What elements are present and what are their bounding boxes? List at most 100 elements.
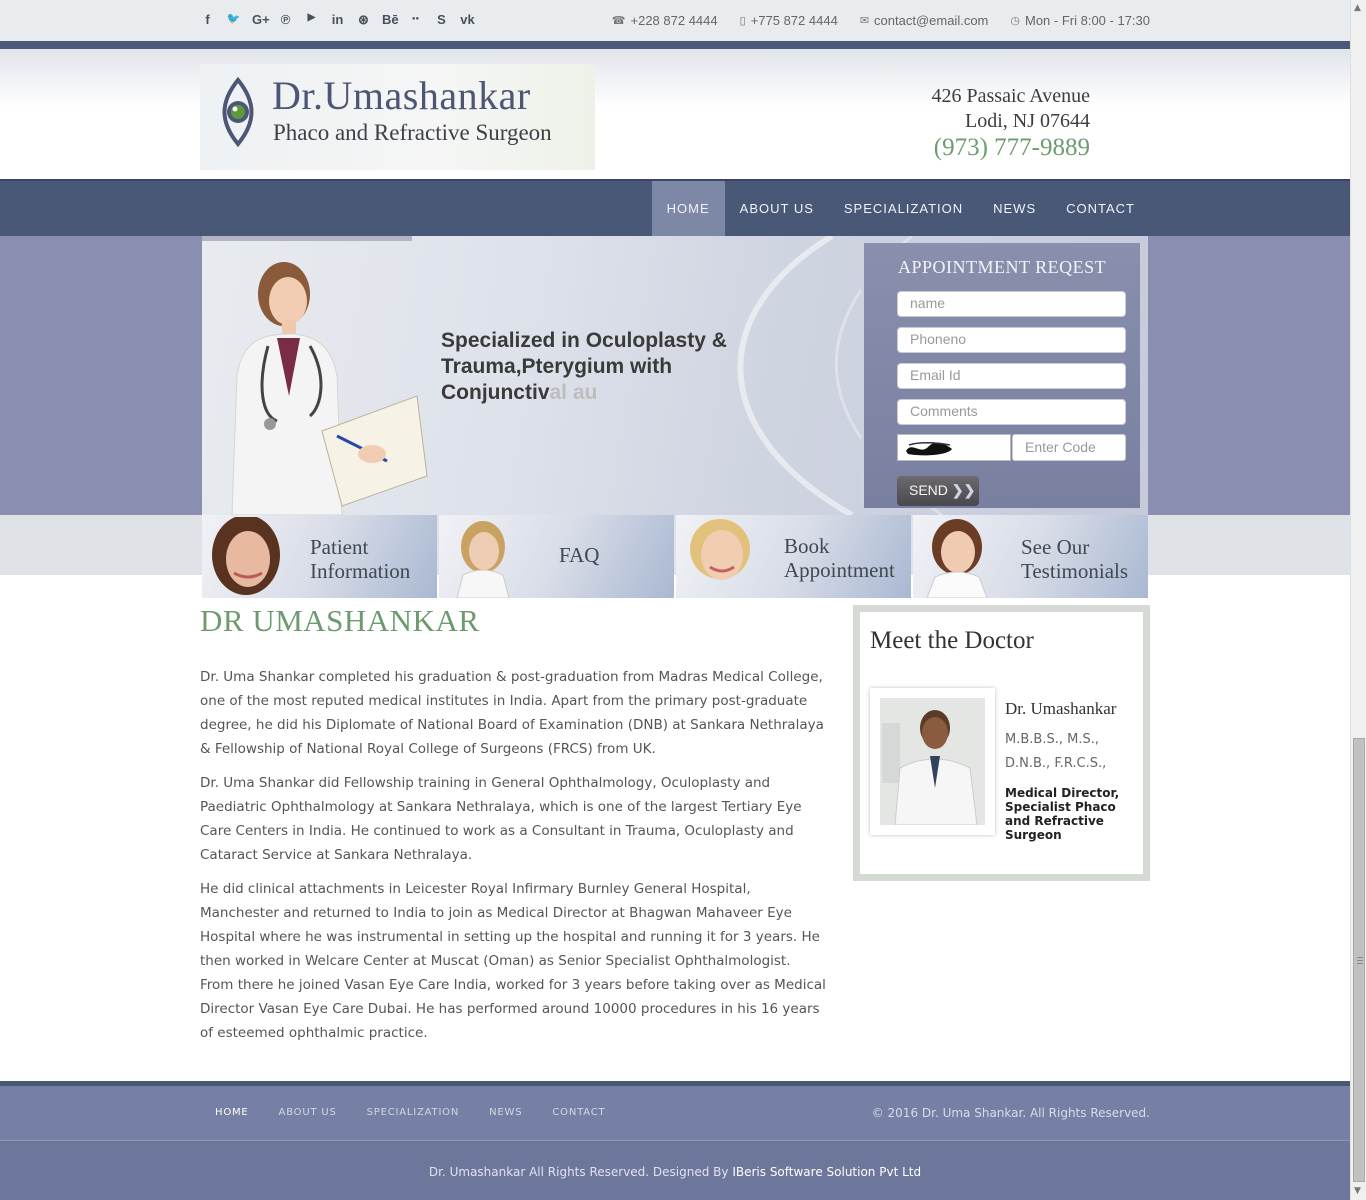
captcha-graphic [906, 442, 952, 456]
hours-text: Mon - Fri 8:00 - 17:30 [1025, 13, 1150, 28]
scroll-up-arrow-icon[interactable]: ▲ [1354, 3, 1361, 13]
send-button[interactable]: SEND ❯❯ [897, 476, 979, 506]
hero-text-fade: al au [549, 381, 598, 404]
nurse-portrait-image [456, 521, 510, 598]
name-field[interactable]: name [897, 291, 1126, 317]
footer-nav-contact[interactable]: CONTACT [537, 1107, 620, 1118]
mobile-icon: ▯ [739, 15, 746, 27]
copyright-text: © 2016 Dr. Uma Shankar. All Rights Reser… [871, 1106, 1150, 1120]
scrollbar-thumb[interactable] [1353, 738, 1365, 1182]
flickr-icon[interactable]: ●● [408, 12, 423, 28]
doctor-credentials: M.B.B.S., M.S., D.N.B., F.R.C.S., [1005, 732, 1107, 771]
doctor-photo-frame [870, 688, 995, 835]
envelope-icon: ✉ [859, 15, 870, 27]
main-nav: HOME ABOUT US SPECIALIZATION NEWS CONTAC… [0, 179, 1350, 236]
tile-label-line1: FAQ [559, 543, 600, 567]
dribbble-icon[interactable]: ⊛ [356, 12, 371, 28]
google-plus-icon[interactable]: G+ [252, 12, 270, 28]
top-divider [0, 41, 1350, 49]
tile-book-appointment[interactable]: Book Appointment [676, 515, 911, 598]
appointment-form: APPOINTMENT REQEST name Phoneno Email Id… [861, 243, 1140, 508]
phone1-item: ☎ +228 872 4444 [612, 13, 718, 28]
send-label: SEND [909, 482, 948, 498]
youtube-icon[interactable]: ▶ [304, 12, 319, 28]
tile-testimonials[interactable]: See Our Testimonials [913, 515, 1148, 598]
smiling-woman-image [690, 519, 750, 580]
logo-subtitle: Phaco and Refractive Surgeon [273, 120, 552, 145]
feature-tiles: Patient Information FAQ Book Appointment S… [202, 515, 1148, 598]
doctor-role: Medical Director, Specialist Phaco and R… [1005, 786, 1120, 842]
header-address: 426 Passaic Avenue Lodi, NJ 07644 (973) … [932, 84, 1091, 162]
tile-label-line1: Book [784, 534, 830, 558]
meet-the-doctor-widget: Meet the Doctor Dr. Umashankar M.B.B.S.,… [853, 605, 1150, 881]
bio-paragraph: He did clinical attachments in Leicester… [200, 881, 826, 1041]
doctor-name: Dr. Umashankar [1005, 699, 1117, 718]
tile-label: Book Appointment [784, 534, 895, 582]
vertical-scrollbar[interactable]: ▲ ▼ [1350, 0, 1366, 1200]
phone2-text: +775 872 4444 [750, 13, 838, 28]
twitter-icon[interactable]: 🐦 [226, 12, 241, 28]
nav-contact[interactable]: CONTACT [1051, 181, 1150, 236]
nav-specialization[interactable]: SPECIALIZATION [829, 181, 978, 236]
bio-paragraph: Dr. Uma Shankar completed his graduation… [200, 669, 824, 757]
nav-news[interactable]: NEWS [978, 181, 1051, 236]
address-line2: Lodi, NJ 07644 [965, 110, 1090, 132]
pinterest-icon[interactable]: ℗ [278, 12, 293, 28]
email-item[interactable]: ✉ contact@email.com [860, 13, 989, 28]
woman-portrait-image [212, 517, 280, 595]
page-title: DR UMASHANKAR [200, 603, 480, 638]
nav-about-us[interactable]: ABOUT US [725, 181, 829, 236]
credits-text: Dr. Umashankar All Rights Reserved. Desi… [428, 1165, 733, 1179]
tile-label: See Our Testimonials [1021, 535, 1128, 583]
grip-line [1357, 960, 1363, 961]
double-chevron-icon: ❯❯ [951, 482, 976, 498]
facebook-icon[interactable]: f [200, 12, 215, 28]
comments-field[interactable]: Comments [897, 399, 1126, 425]
address-line1: 426 Passaic Avenue [931, 85, 1091, 107]
footer-nav-about-us[interactable]: ABOUT US [264, 1107, 352, 1118]
female-doctor-image [926, 519, 988, 598]
tile-label-line2: Information [310, 559, 411, 583]
vk-icon[interactable]: vk [460, 12, 475, 28]
tile-faq[interactable]: FAQ [439, 515, 674, 598]
top-bar: f 🐦 G+ ℗ ▶ in ⊛ Bē ●● S vk ☎ +228 872 44… [0, 0, 1350, 41]
grip-line [1357, 963, 1363, 964]
widget-title: Meet the Doctor [870, 627, 1034, 654]
header: Dr.Umashankar Phaco and Refractive Surge… [0, 49, 1350, 179]
doctor-photo [880, 698, 985, 825]
contact-info: ☎ +228 872 4444 ▯ +775 872 4444 ✉ contac… [612, 13, 1150, 28]
doctor-illustration [231, 262, 428, 515]
footer-nav-news[interactable]: NEWS [474, 1107, 537, 1118]
hero-headline: Specialized in Oculoplasty & Trauma,Pter… [441, 328, 771, 406]
email-text[interactable]: contact@email.com [874, 13, 988, 28]
tile-label-line1: Patient [310, 535, 369, 559]
tile-label: FAQ [559, 543, 599, 567]
phone-field[interactable]: Phoneno [897, 327, 1126, 353]
footer: HOME ABOUT US SPECIALIZATION NEWS CONTAC… [0, 1081, 1350, 1200]
footer-nav-specialization[interactable]: SPECIALIZATION [352, 1107, 475, 1118]
header-phone: (973) 777-9889 [933, 134, 1090, 161]
footer-credits: Dr. Umashankar All Rights Reserved. Desi… [0, 1140, 1350, 1200]
logo-name: Dr.Umashankar [272, 73, 531, 118]
email-field[interactable]: Email Id [897, 363, 1126, 389]
phone2-item: ▯ +775 872 4444 [740, 13, 838, 28]
footer-nav-home[interactable]: HOME [200, 1107, 264, 1118]
designer-link[interactable]: IBeris Software Solution Pvt Ltd [732, 1165, 921, 1179]
doctor-bio: Dr. Uma Shankar completed his graduation… [200, 665, 828, 1055]
skype-icon[interactable]: S [434, 12, 449, 28]
appointment-title: APPOINTMENT REQEST [898, 257, 1107, 277]
nav-home[interactable]: HOME [651, 181, 725, 236]
linkedin-icon[interactable]: in [330, 12, 345, 28]
tile-label-line2: Appointment [784, 558, 895, 582]
clock-icon: ◷ [1010, 15, 1020, 27]
tile-label-line1: See Our [1021, 535, 1090, 559]
scroll-down-arrow-icon[interactable]: ▼ [1354, 1186, 1361, 1196]
site-logo[interactable]: Dr.Umashankar Phaco and Refractive Surge… [200, 64, 595, 170]
behance-icon[interactable]: Bē [382, 12, 399, 28]
tile-label-line2: Testimonials [1021, 559, 1129, 583]
slider-indicator [202, 236, 412, 241]
captcha-code-field[interactable]: Enter Code [1012, 434, 1126, 461]
tile-patient-information[interactable]: Patient Information [202, 515, 437, 598]
bio-paragraph: Dr. Uma Shankar did Fellowship training … [200, 775, 802, 863]
footer-nav: HOME ABOUT US SPECIALIZATION NEWS CONTAC… [200, 1107, 620, 1118]
